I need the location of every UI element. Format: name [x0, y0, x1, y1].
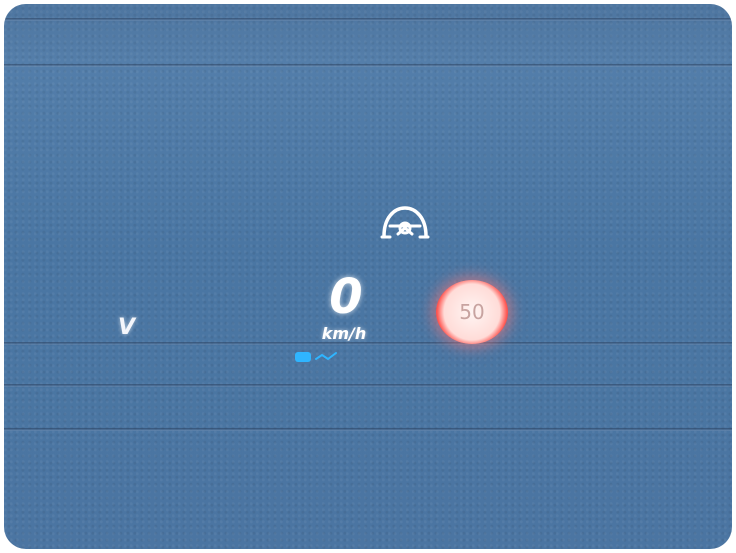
- dashboard-seam: [4, 428, 732, 431]
- speed-unit: km/h: [321, 324, 367, 343]
- dashboard-seam: [4, 64, 732, 67]
- dashboard-seam: [4, 384, 732, 387]
- steering-wheel-assist-icon: [380, 206, 430, 239]
- gear-indicator: V: [118, 315, 136, 340]
- speed-readout: 0: [329, 269, 363, 325]
- dashboard-top-band: [4, 4, 732, 66]
- dashboard-seam: [4, 18, 732, 21]
- speed-limit-value: 50: [459, 300, 485, 324]
- speed-limit-sign: 50: [436, 280, 508, 344]
- dashboard-photo: V 0 km/h 50: [4, 4, 732, 549]
- lane-assist-icon: [295, 352, 337, 362]
